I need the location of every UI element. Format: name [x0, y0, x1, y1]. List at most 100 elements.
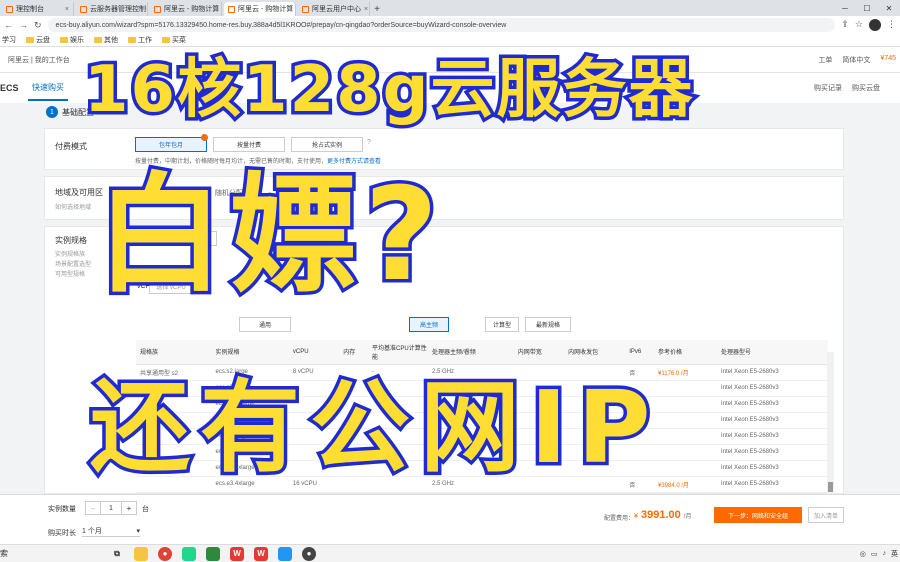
billing-option-spot[interactable]: 抢占式实例 [291, 137, 363, 152]
bookmark-item[interactable]: 学习 [2, 35, 16, 45]
folder-icon [60, 37, 68, 43]
duration-select[interactable]: 1 个月 ▾ [82, 525, 140, 537]
taskbar-search[interactable]: 索 [0, 548, 110, 559]
wechat-icon[interactable]: ◎ [860, 550, 866, 558]
url-input[interactable]: ecs-buy.aliyun.com/wizard?spm=5176.13329… [47, 18, 836, 32]
filter-general[interactable]: 通用 [239, 317, 291, 332]
bookmarks-bar: 学习 云盘 娱乐 其他 工作 买菜 [0, 34, 900, 47]
header-price: ¥745 [880, 54, 896, 62]
filter-latest[interactable]: 最新规格 [525, 317, 571, 332]
window-controls: ─ ☐ ✕ [834, 0, 900, 16]
table-cell [654, 396, 717, 413]
table-cell [654, 460, 717, 477]
folder-icon [94, 37, 102, 43]
ime-icon[interactable]: 英 [891, 549, 898, 559]
chrome-icon[interactable]: ● [158, 546, 172, 561]
maximize-icon[interactable]: ☐ [856, 0, 878, 16]
instance-label: 实例规格 [55, 236, 87, 245]
hot-badge-icon [201, 134, 208, 141]
table-cell: Intel Xeon E5-2680v3 [716, 412, 828, 429]
bookmark-folder[interactable]: 工作 [128, 35, 152, 45]
close-tab-icon[interactable]: × [364, 6, 368, 13]
col-vcpu[interactable]: vCPU [288, 340, 340, 365]
duration-label: 购买时长 [48, 530, 76, 537]
col-freq: 处理器主频/睿频 [428, 340, 514, 365]
file-explorer-icon[interactable] [134, 546, 148, 561]
table-cell: Intel Xeon E5-2680v3 [716, 460, 828, 477]
bookmark-folder[interactable]: 买菜 [162, 35, 186, 45]
avatar[interactable] [869, 19, 881, 31]
share-icon[interactable]: ⇪ [841, 19, 849, 31]
region-help[interactable]: 如何选择地域 [55, 202, 91, 211]
back-icon[interactable]: ← [4, 20, 13, 30]
bookmark-folder[interactable]: 其他 [94, 35, 118, 45]
col-cpu-perf: 平均基准CPU计算性能 [368, 340, 429, 365]
instance-sub-1[interactable]: 实例规格族 [55, 249, 85, 258]
ecs-nav-right: 购买记录 购买云盘 [814, 83, 900, 93]
table-cell: Intel Xeon E5-2680v3 [716, 476, 828, 493]
pycharm-icon[interactable] [182, 546, 196, 561]
billing-option-subscription[interactable]: 包年包月 [135, 137, 207, 152]
terminal-icon[interactable] [206, 546, 220, 561]
browser-tab-3[interactable]: 阿里云 - 购物计算× [150, 2, 222, 16]
browser-tab-5[interactable]: 阿里云用户中心 × [298, 2, 370, 16]
wps-writer-icon[interactable]: W [254, 546, 268, 561]
col-bandwidth[interactable]: 内网带宽 [513, 340, 565, 365]
wps-icon[interactable]: W [230, 546, 244, 561]
network-icon[interactable]: ▭ [871, 550, 878, 558]
quantity-input[interactable]: 1 [100, 502, 122, 514]
task-view-icon[interactable]: ⧉ [110, 547, 124, 561]
volume-icon[interactable]: ♪ [883, 550, 887, 557]
menu-icon[interactable]: ⋮ [887, 19, 896, 31]
billing-option-payg[interactable]: 按量付费 [213, 137, 285, 152]
quantity-minus-button[interactable]: − [86, 502, 100, 514]
app-icon[interactable] [278, 546, 292, 561]
buy-disk-link[interactable]: 购买云盘 [852, 83, 880, 93]
ticket-link[interactable]: 工单 [818, 55, 832, 65]
scrollbar-thumb[interactable] [828, 482, 833, 492]
quantity-plus-button[interactable]: + [122, 502, 136, 514]
browser-tab-2[interactable]: 云服务器管理控制台× [76, 2, 148, 16]
reload-icon[interactable]: ↻ [34, 20, 42, 31]
browser-tab-1[interactable]: 理控制台 × [2, 2, 74, 16]
table-cell: ¥3984.0 /月 [654, 476, 717, 493]
table-header-row: 规格族 实例规格 vCPU 内存 平均基准CPU计算性能 处理器主频/睿频 内网… [136, 340, 828, 365]
filter-high-freq[interactable]: 高主频 [409, 317, 449, 332]
browser-tab-4[interactable]: 阿里云 - 购物计算× [224, 2, 296, 16]
billing-label: 付费模式 [55, 142, 87, 151]
order-bar: 实例数量 − 1 + 台 购买时长 1 个月 ▾ 配置费用： ¥ 3991.00… [0, 494, 900, 544]
address-bar: ← → ↻ ecs-buy.aliyun.com/wizard?spm=5176… [0, 16, 900, 34]
aliyun-favicon-icon [154, 5, 161, 13]
col-price[interactable]: 参考价格 [654, 340, 717, 365]
tab-quick-buy[interactable]: 快速购买 [28, 76, 68, 101]
table-cell: Intel Xeon E5-2680v3 [716, 428, 828, 445]
browser-tab-bar: 理控制台× 云服务器管理控制台× 阿里云 - 购物计算× 阿里云 - 购物计算×… [0, 0, 900, 16]
table-cell [654, 444, 717, 461]
instance-sub-3[interactable]: 可用型规格 [55, 269, 85, 278]
new-tab-button[interactable]: + [370, 2, 384, 16]
col-memory[interactable]: 内存 [339, 340, 369, 365]
bookmark-folder[interactable]: 娱乐 [60, 35, 84, 45]
col-pps[interactable]: 内网收发包 [564, 340, 626, 365]
bookmark-folder[interactable]: 云盘 [26, 35, 50, 45]
purchase-history-link[interactable]: 购买记录 [814, 83, 842, 93]
instance-sub-2[interactable]: 场景配置选型 [55, 259, 91, 268]
star-icon[interactable]: ☆ [855, 19, 863, 31]
quantity-label: 实例数量 [48, 506, 76, 513]
close-window-icon[interactable]: ✕ [878, 0, 900, 16]
next-network-button[interactable]: 下一步：网络和安全组 [714, 507, 802, 523]
close-tab-icon[interactable]: × [65, 6, 69, 13]
filter-compute[interactable]: 计算型 [485, 317, 519, 332]
table-cell: Intel Xeon E5-2680v3 [716, 380, 828, 397]
minimize-icon[interactable]: ─ [834, 0, 856, 16]
aliyun-favicon-icon [302, 5, 309, 13]
help-icon[interactable]: ? [367, 139, 371, 146]
add-to-list-button[interactable]: 加入清单 [808, 507, 844, 523]
language-select[interactable]: 简体中文 [842, 55, 870, 65]
recorder-icon[interactable]: ● [302, 546, 316, 561]
table-cell: ¥1176.0 /月 [654, 364, 717, 381]
console-brand[interactable]: 阿里云 | 我的工作台 [8, 55, 70, 65]
table-scrollbar[interactable] [827, 352, 834, 494]
system-tray: ◎ ▭ ♪ 英 [860, 549, 900, 559]
forward-icon[interactable]: → [19, 20, 28, 30]
